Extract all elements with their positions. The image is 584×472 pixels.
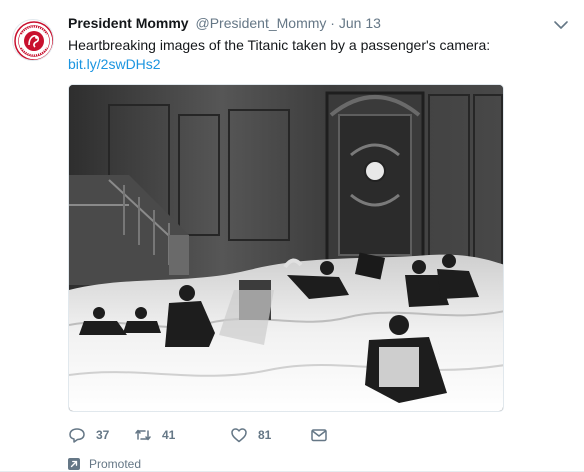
promoted-label[interactable]: Promoted (68, 456, 141, 472)
reply-icon (69, 428, 85, 443)
retweet-count: 41 (162, 428, 176, 442)
promoted-arrow-icon (68, 458, 80, 470)
promoted-text: Promoted (89, 457, 142, 471)
tweet-header: President Mommy @President_Mommy · Jun 1… (68, 14, 544, 32)
tweet-timestamp[interactable]: Jun 13 (339, 15, 381, 31)
direct-message-button[interactable] (310, 424, 328, 446)
envelope-icon (311, 429, 327, 442)
separator-dot: · (330, 15, 335, 31)
heart-icon (231, 428, 247, 443)
tweet-photo[interactable] (68, 84, 504, 412)
like-button[interactable]: 81 (230, 424, 271, 446)
user-handle[interactable]: @President_Mommy (195, 15, 326, 31)
like-count: 81 (258, 428, 272, 442)
tweet-link[interactable]: bit.ly/2swDHs2 (68, 56, 161, 72)
more-options-chevron-down-icon[interactable] (552, 16, 570, 34)
titanic-flooding-photo (69, 85, 503, 411)
reply-button[interactable]: 37 (68, 424, 109, 446)
promoted-tweet[interactable]: President Mommy @President_Mommy · Jun 1… (0, 0, 584, 472)
tweet-body: Heartbreaking images of the Titanic take… (68, 37, 491, 53)
avatar[interactable] (12, 19, 54, 61)
president-mommy-seal-logo (14, 21, 53, 60)
tweet-text: Heartbreaking images of the Titanic take… (68, 36, 568, 74)
reply-count: 37 (96, 428, 110, 442)
retweet-icon (135, 429, 151, 441)
display-name[interactable]: President Mommy (68, 15, 189, 31)
retweet-button[interactable]: 41 (134, 424, 175, 446)
tweet-actions: 37 41 81 (68, 424, 568, 446)
